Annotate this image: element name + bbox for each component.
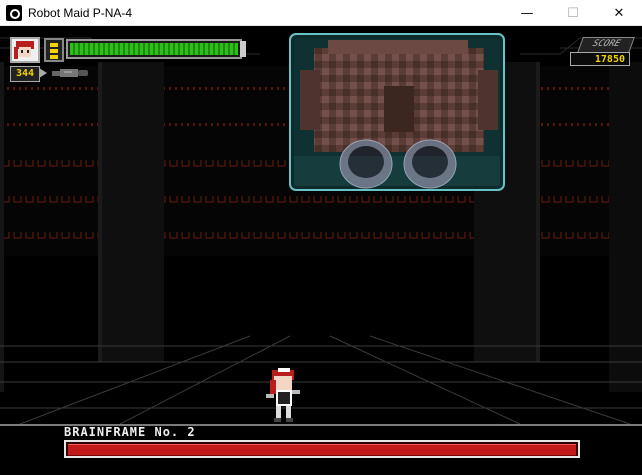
health-bar-cap xyxy=(240,41,246,57)
minimize-button[interactable]: — xyxy=(504,0,550,26)
energy-cell xyxy=(50,49,58,53)
window-title: Robot Maid P-NA-4 xyxy=(28,5,133,20)
weapon-icon xyxy=(52,69,88,77)
energy-cell xyxy=(50,43,58,47)
score-value: 17850 xyxy=(570,52,630,66)
title-bar: Robot Maid P-NA-4 — ☐ ✕ xyxy=(0,0,642,26)
app-icon[interactable] xyxy=(6,4,22,21)
boss-health-bar xyxy=(64,440,580,458)
boss-brainframe xyxy=(289,33,505,191)
energy-cell xyxy=(50,55,58,59)
ammo-counter: 344 xyxy=(10,66,40,82)
window-controls: — ☐ ✕ xyxy=(504,0,642,26)
maximize-button[interactable]: ☐ xyxy=(550,0,596,26)
arena-background xyxy=(0,26,642,475)
counter-arrow-icon xyxy=(39,68,47,78)
boss-name: BRAINFRAME No. 2 xyxy=(64,425,196,439)
maid-portrait xyxy=(10,37,40,63)
game-viewport[interactable]: 344 SCORE 17850 BRAINFRAME No. 2 xyxy=(0,26,642,475)
boss-health-fill xyxy=(68,444,576,456)
player-health-bar xyxy=(66,39,242,59)
player-health-fill xyxy=(70,43,238,55)
close-button[interactable]: ✕ xyxy=(596,0,642,26)
energy-cells xyxy=(44,38,64,62)
score-label: SCORE xyxy=(577,37,635,53)
